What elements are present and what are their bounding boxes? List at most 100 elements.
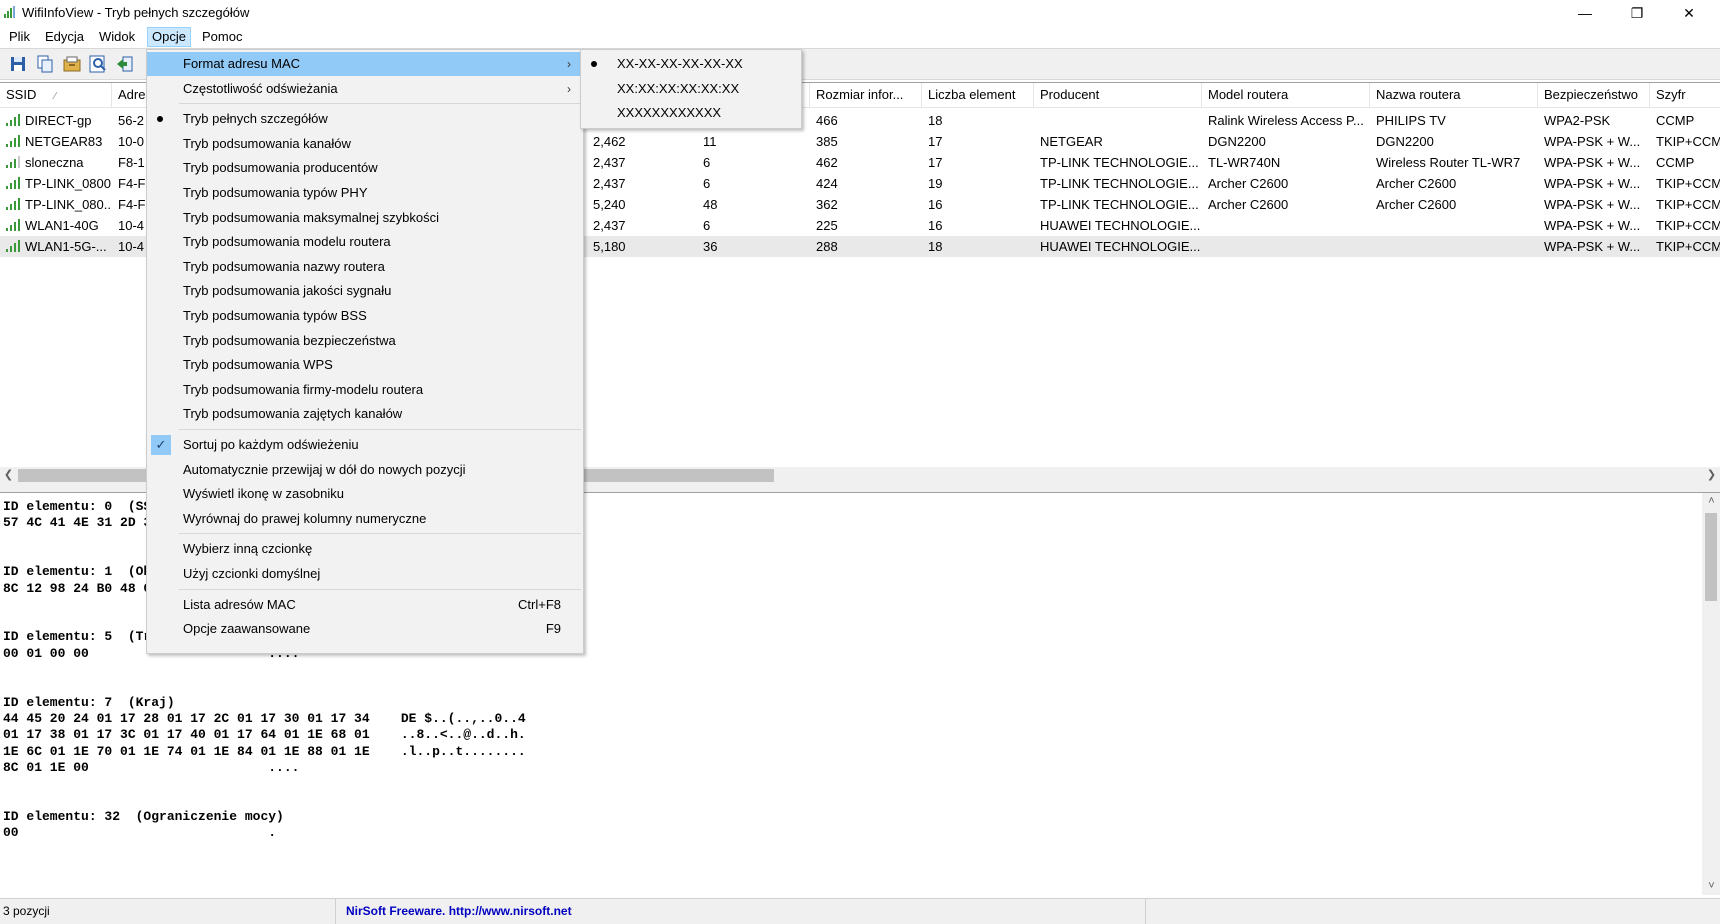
cell-freq: 5,240: [593, 197, 626, 212]
menu-item[interactable]: Użyj czcionki domyślnej: [147, 562, 583, 586]
vertical-scrollbar[interactable]: ˄ ˅: [1702, 493, 1720, 895]
cell-freq: 2,437: [593, 176, 626, 191]
mac-format-submenu: XX-XX-XX-XX-XX-XX XX:XX:XX:XX:XX:XX XXXXXX…: [580, 49, 802, 129]
cell-model: TL-WR740N: [1208, 155, 1281, 170]
cell-security: WPA2-PSK: [1544, 113, 1611, 128]
col-element-count[interactable]: Liczba element: [922, 83, 1034, 107]
menu-item-label: Częstotliwość odświeżania: [183, 80, 338, 96]
menu-widok[interactable]: Widok: [95, 28, 139, 46]
menu-opcje[interactable]: Opcje: [147, 27, 191, 47]
scroll-left-icon[interactable]: ❮: [0, 467, 17, 484]
cell-model: Ralink Wireless Access P...: [1208, 113, 1364, 128]
menu-item[interactable]: Tryb podsumowania zajętych kanałów: [147, 402, 583, 426]
menu-separator: [179, 429, 581, 430]
menu-item[interactable]: Tryb podsumowania typów BSS: [147, 304, 583, 328]
menu-item[interactable]: ✓ Sortuj po każdym odświeżeniu: [147, 433, 583, 457]
submenu-item[interactable]: XX:XX:XX:XX:XX:XX: [581, 77, 801, 101]
menu-item[interactable]: Format adresu MAC ›: [147, 52, 583, 76]
scroll-right-icon[interactable]: ❯: [1703, 467, 1720, 484]
col-router-model[interactable]: Model routera: [1202, 83, 1370, 107]
menu-item-label: Tryb podsumowania zajętych kanałów: [183, 406, 403, 422]
cell-router: Archer C2600: [1376, 197, 1457, 212]
ssid-text: sloneczna: [25, 155, 84, 170]
menu-item[interactable]: Tryb podsumowania bezpieczeństwa: [147, 329, 583, 353]
cell-security: WPA-PSK + W...: [1544, 197, 1641, 212]
cell-cipher: TKIP+CCM: [1656, 134, 1720, 149]
cell-cipher: TKIP+CCM: [1656, 239, 1720, 254]
menu-item-label: Tryb podsumowania bezpieczeństwa: [183, 332, 396, 348]
menu-item[interactable]: Tryb podsumowania jakości sygnału: [147, 279, 583, 303]
col-producer[interactable]: Producent: [1034, 83, 1202, 107]
menu-item[interactable]: Częstotliwość odświeżania ›: [147, 77, 583, 101]
properties-icon[interactable]: [62, 54, 82, 74]
menu-item-label: Tryb podsumowania nazwy routera: [183, 258, 385, 274]
menu-item[interactable]: Wyrównaj do prawej kolumny numeryczne: [147, 507, 583, 531]
menu-item[interactable]: Tryb podsumowania firmy-modelu routera: [147, 378, 583, 402]
menu-item[interactable]: Automatycznie przewijaj w dół do nowych …: [147, 458, 583, 482]
close-button[interactable]: ✕: [1664, 0, 1714, 26]
detail-line: 00 .: [3, 825, 277, 840]
cell-chan: 6: [703, 218, 711, 233]
cell-chan: 48: [703, 197, 718, 212]
cell-freq: 2,437: [593, 155, 626, 170]
menu-item[interactable]: Tryb podsumowania producentów: [147, 156, 583, 180]
submenu-item[interactable]: XX-XX-XX-XX-XX-XX: [581, 52, 801, 76]
menu-item[interactable]: Wybierz inną czcionkę: [147, 537, 583, 561]
menu-item[interactable]: Tryb podsumowania maksymalnej szybkości: [147, 206, 583, 230]
find-icon[interactable]: [88, 54, 108, 74]
menu-item-label: Lista adresów MAC: [183, 596, 296, 612]
cell-producer: [1034, 110, 1202, 131]
signal-strength-icon: [6, 156, 22, 168]
nirsoft-link[interactable]: NirSoft Freeware. http://www.nirsoft.net: [336, 899, 1146, 924]
menu-item[interactable]: Tryb podsumowania nazwy routera: [147, 255, 583, 279]
ssid-text: WLAN1-5G-...: [25, 239, 107, 254]
menu-item[interactable]: Tryb podsumowania typów PHY: [147, 181, 583, 205]
menu-item-label: Opcje zaawansowane: [183, 621, 311, 637]
cell-ssid: TP-LINK_0800: [0, 173, 112, 194]
col-security[interactable]: Bezpieczeństwo: [1538, 83, 1650, 107]
menu-plik[interactable]: Plik: [5, 28, 34, 46]
save-icon[interactable]: [8, 54, 28, 74]
cell-chan: 36: [703, 239, 718, 254]
detail-line: 8C 01 1E 00 ....: [3, 759, 300, 775]
submenu-arrow-icon: ›: [567, 81, 571, 96]
menu-item[interactable]: Lista adresów MAC Ctrl+F8: [147, 593, 583, 617]
cell-router: PHILIPS TV: [1376, 113, 1446, 128]
submenu-item[interactable]: XXXXXXXXXXXX: [581, 101, 801, 125]
menu-item[interactable]: Tryb podsumowania kanałów: [147, 132, 583, 156]
exit-icon[interactable]: [115, 54, 135, 74]
restore-button[interactable]: ❐: [1612, 0, 1662, 26]
cell-chan: 6: [703, 155, 711, 170]
cell-freq: 2,462: [593, 134, 626, 149]
menu-item[interactable]: Tryb podsumowania modelu routera: [147, 230, 583, 254]
scroll-up-icon[interactable]: ˄: [1703, 493, 1720, 510]
title-bar: WifiInfoView - Tryb pełnych szczegółów —…: [0, 0, 1720, 26]
cell-producer: TP-LINK TECHNOLOGIE...: [1040, 155, 1199, 170]
detail-line: ID elementu: 5 (Tra: [3, 629, 160, 645]
col-info-size[interactable]: Rozmiar infor...: [810, 83, 922, 107]
menu-item-label: Wybierz inną czcionkę: [183, 541, 313, 557]
cell-cipher: TKIP+CCM: [1656, 218, 1720, 233]
col-router-name[interactable]: Nazwa routera: [1370, 83, 1538, 107]
cell-chan: 11: [703, 134, 717, 149]
menu-item-label: Tryb podsumowania typów BSS: [183, 308, 367, 323]
minimize-button[interactable]: —: [1560, 0, 1610, 26]
menu-item[interactable]: Tryb pełnych szczegółów: [147, 107, 583, 131]
detail-line: 1E 6C 01 1E 70 01 1E 74 01 1E 84 01 1E 8…: [3, 743, 526, 759]
scroll-down-icon[interactable]: ˅: [1703, 878, 1720, 895]
detail-line: ID elementu: 0 (SSI: [3, 499, 160, 514]
menu-separator: [179, 103, 581, 105]
menu-item[interactable]: Opcje zaawansowane F9: [147, 617, 583, 641]
col-cipher[interactable]: Szyfr: [1650, 83, 1720, 107]
copy-icon[interactable]: [35, 54, 55, 74]
menu-item[interactable]: Wyświetl ikonę w zasobniku: [147, 482, 583, 506]
col-ssid[interactable]: SSID ⁄: [0, 83, 112, 107]
detail-line: ID elementu: 32 (Ograniczenie mocy): [3, 808, 284, 824]
signal-strength-icon: [6, 219, 22, 231]
cell-info: 385: [816, 134, 838, 149]
menu-item[interactable]: Tryb podsumowania WPS: [147, 353, 583, 377]
vertical-scroll-thumb[interactable]: [1705, 513, 1717, 601]
menu-pomoc[interactable]: Pomoc: [198, 28, 246, 46]
menu-edycja[interactable]: Edycja: [41, 28, 88, 46]
submenu-item-label: XX-XX-XX-XX-XX-XX: [617, 56, 743, 71]
